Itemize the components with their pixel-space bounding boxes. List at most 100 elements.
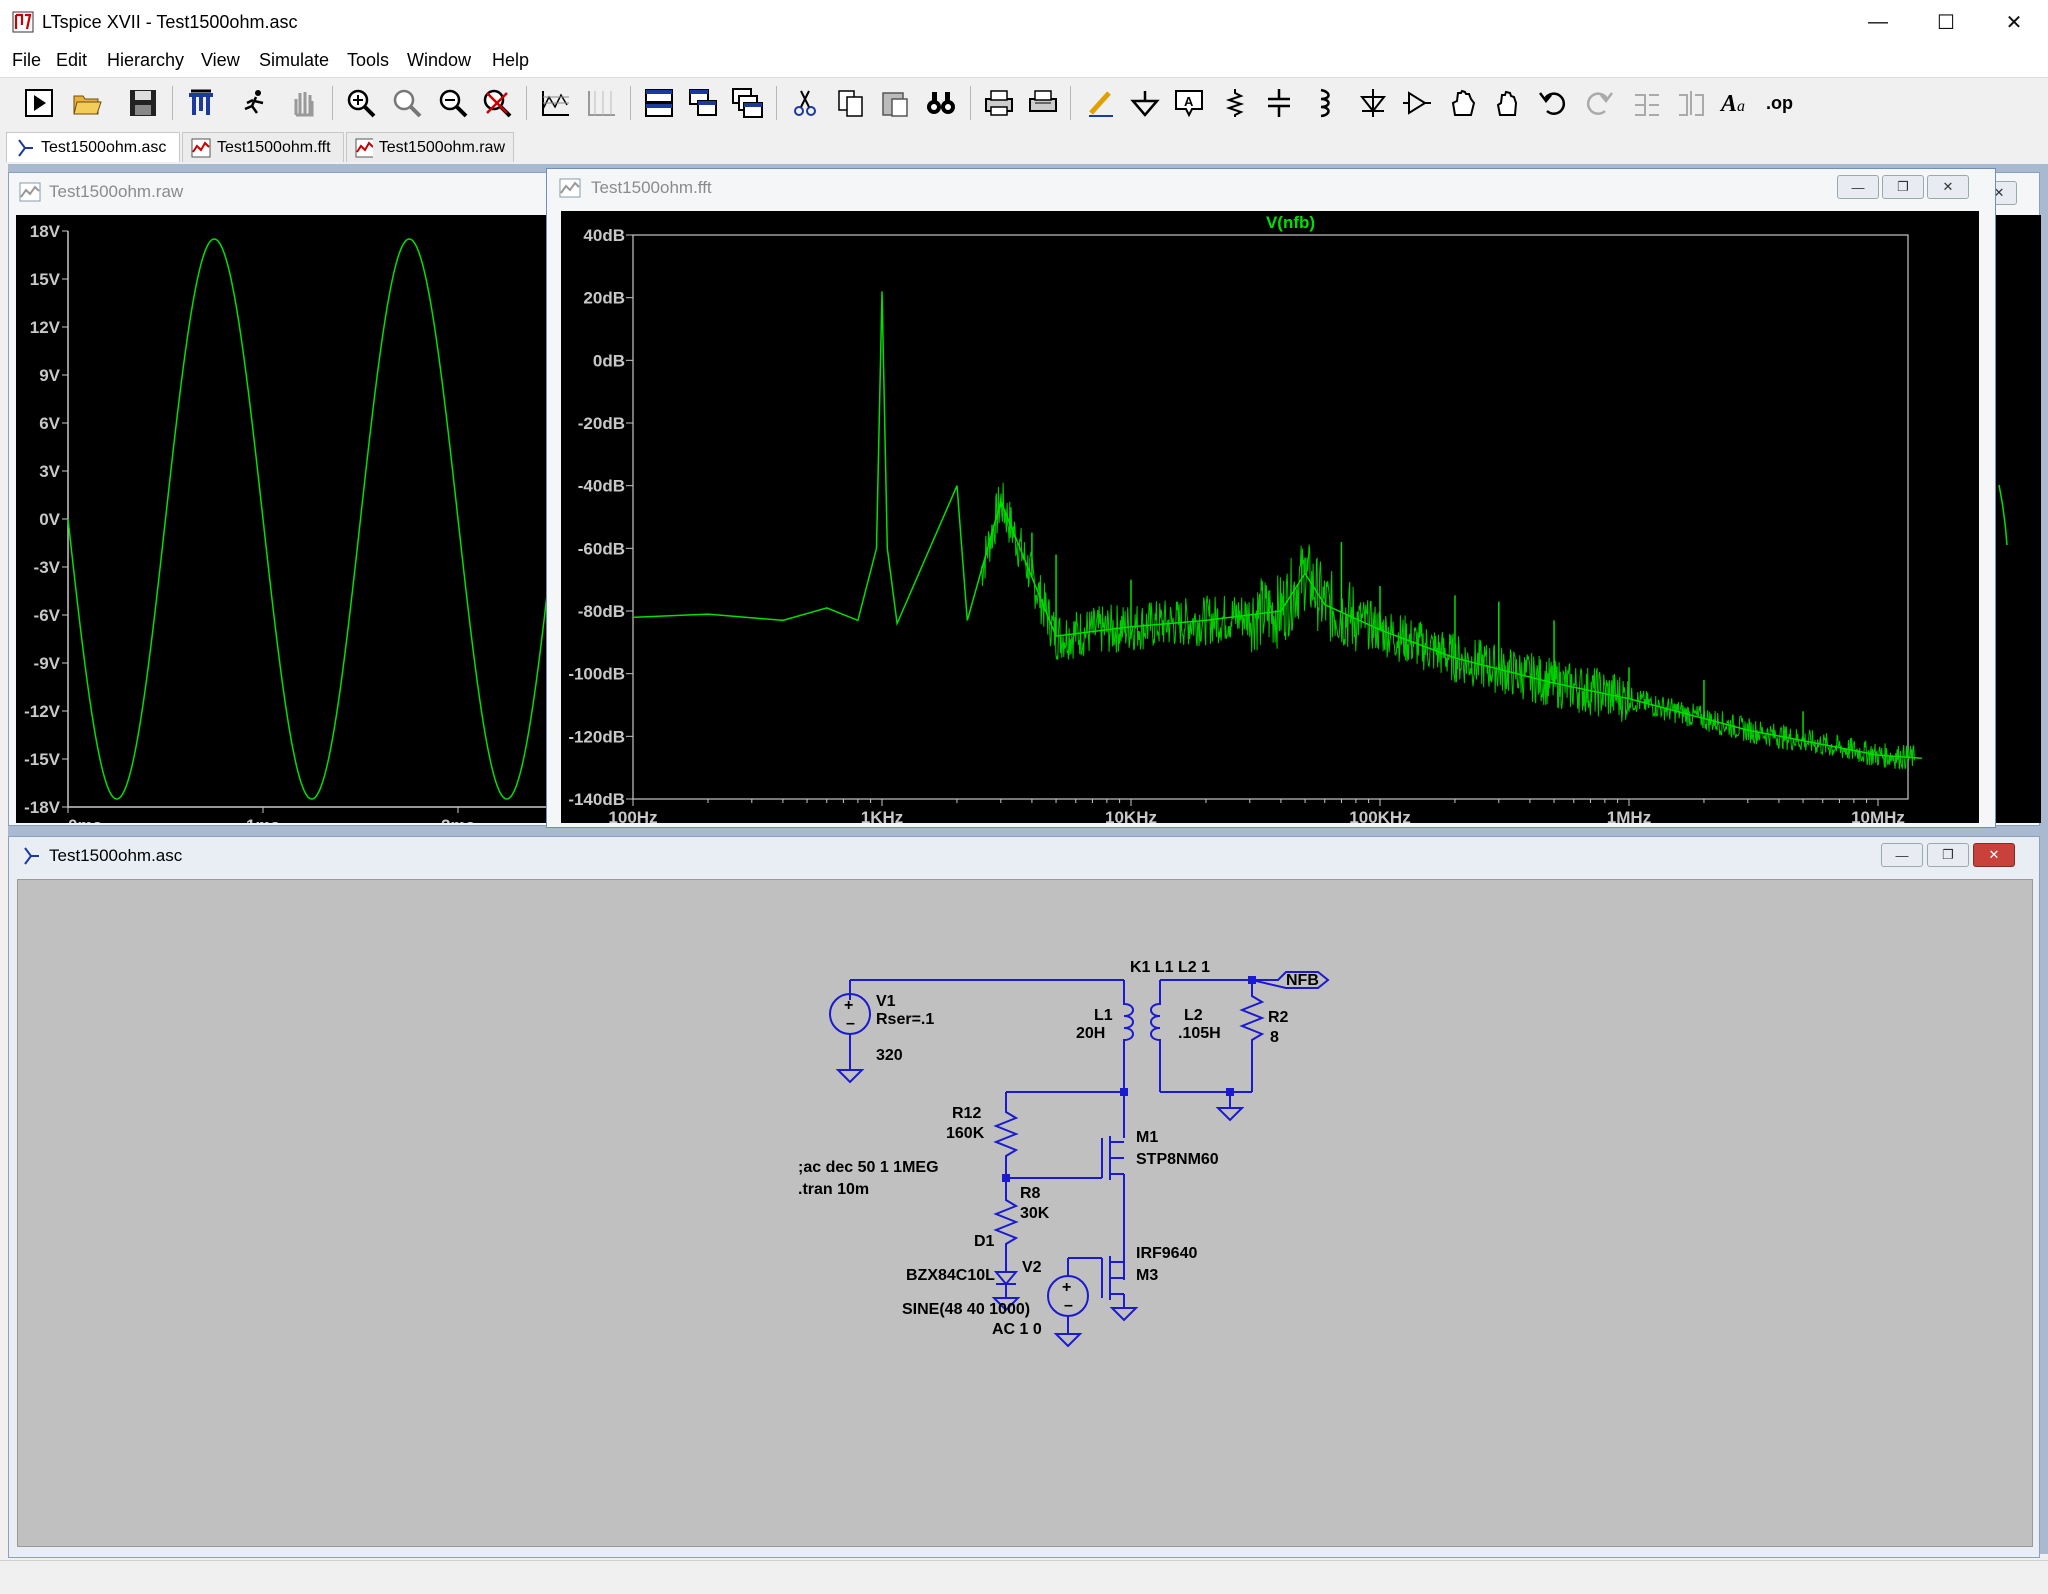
schematic-drawing: + – + – K1 L1 L2 1 NFB V1 Rser=.1 320 L1… <box>798 959 1330 1348</box>
menu-file[interactable]: File <box>12 50 41 71</box>
run-icon[interactable] <box>20 84 58 122</box>
y-tick-label: -3V <box>34 558 61 577</box>
tab-raw[interactable]: Test1500ohm.raw <box>346 132 514 162</box>
y-tick-label: 20dB <box>583 289 625 308</box>
x-tick-label: 2ms <box>441 816 475 823</box>
undo-icon[interactable] <box>1534 84 1572 122</box>
sine-trace <box>67 238 570 800</box>
capacitor-icon[interactable] <box>1260 84 1298 122</box>
y-tick-label: 0V <box>39 510 60 529</box>
drag-icon[interactable] <box>1488 84 1526 122</box>
diode-icon[interactable] <box>1354 84 1392 122</box>
raw-plot-pane[interactable]: 18V 15V 12V 9V 6V 3V 0V -3V -6V -9V -12V -15V -18V 0m… <box>16 215 570 835</box>
minimize-icon[interactable]: — <box>1844 0 1912 45</box>
schematic-window-titlebar[interactable]: Test1500ohm.asc — ❐ ✕ <box>9 837 2039 875</box>
menu-tools[interactable]: Tools <box>347 50 389 71</box>
v1-value: 320 <box>876 1047 903 1064</box>
raw-waveform-window[interactable]: Test1500ohm.raw 18V 15V 12V 9V 6V 3V 0V -3V -6V -… <box>8 172 570 835</box>
copy-icon[interactable] <box>832 84 870 122</box>
l2-name: L2 <box>1184 1007 1203 1024</box>
ground-icon[interactable] <box>1126 84 1164 122</box>
minus-sign: – <box>1064 1297 1073 1314</box>
plot-frame <box>632 234 1909 800</box>
paste-icon[interactable] <box>876 84 914 122</box>
r12-name: R12 <box>952 1105 981 1122</box>
schematic-icon <box>24 847 39 865</box>
cascade-icon[interactable] <box>728 84 766 122</box>
tab-fft[interactable]: Test1500ohm.fft <box>182 132 344 162</box>
svg-text:.op: .op <box>1766 93 1793 113</box>
cut-icon[interactable] <box>786 84 824 122</box>
mirror-icon[interactable] <box>1672 84 1710 122</box>
close-icon[interactable]: ✕ <box>1980 0 2048 45</box>
svg-text:A: A <box>1719 91 1737 117</box>
run-sim-icon[interactable] <box>236 84 274 122</box>
schematic-window[interactable]: Test1500ohm.asc — ❐ ✕ + – + – K1 L1 L2 1… <box>8 836 2040 1558</box>
label-icon[interactable]: A <box>1170 84 1208 122</box>
menu-window[interactable]: Window <box>407 50 471 71</box>
v1-name: V1 <box>876 993 896 1010</box>
text-icon[interactable]: Aa <box>1716 84 1754 122</box>
fft-window[interactable]: Test1500ohm.fft — ❐ ✕ V(nfb) 40dB 20dB 0dB -… <box>546 168 1996 828</box>
inductor-icon[interactable] <box>1304 84 1342 122</box>
y-tick-label: -9V <box>34 654 61 673</box>
control-panel-icon[interactable] <box>182 84 220 122</box>
fft-plot-pane[interactable]: V(nfb) 40dB 20dB 0dB -20dB -40dB -60dB -80dB -10… <box>561 211 1979 827</box>
y-tick-label: -120dB <box>568 727 625 746</box>
tab-label: Test1500ohm.fft <box>217 138 331 156</box>
minimize-icon[interactable]: — <box>1881 843 1923 867</box>
fft-window-titlebar[interactable]: Test1500ohm.fft — ❐ ✕ <box>547 169 1995 207</box>
wire-icon[interactable] <box>1082 84 1120 122</box>
y-tick-label: -20dB <box>578 414 625 433</box>
tab-schematic[interactable]: Test1500ohm.asc <box>6 132 180 162</box>
spice-directive-icon[interactable]: .op <box>1762 84 1800 122</box>
close-icon[interactable]: ✕ <box>1973 843 2015 867</box>
y-tick-label: 40dB <box>583 226 625 245</box>
move-icon[interactable] <box>1444 84 1482 122</box>
menu-help[interactable]: Help <box>492 50 529 71</box>
zoom-out-icon[interactable] <box>434 84 472 122</box>
raw-window-titlebar[interactable]: Test1500ohm.raw <box>9 173 567 211</box>
close-icon[interactable]: ✕ <box>1927 175 1969 199</box>
junction-dot <box>1226 1088 1234 1096</box>
print-setup-icon[interactable] <box>1024 84 1062 122</box>
component-icon[interactable] <box>1398 84 1436 122</box>
m3-name: M3 <box>1136 1267 1158 1284</box>
zoom-full-icon[interactable] <box>478 84 516 122</box>
print-icon[interactable] <box>980 84 1018 122</box>
maximize-icon[interactable]: ☐ <box>1912 0 1980 45</box>
minimize-icon[interactable]: — <box>1837 175 1879 199</box>
document-tabs: Test1500ohm.asc Test1500ohm.fft Test1500… <box>0 130 2048 164</box>
schematic-icon <box>18 138 33 157</box>
menu-view[interactable]: View <box>201 50 240 71</box>
grid-icon[interactable] <box>582 84 620 122</box>
resistor-icon[interactable] <box>1216 84 1254 122</box>
y-tick-label: 3V <box>39 462 60 481</box>
k-directive: K1 L1 L2 1 <box>1130 959 1210 976</box>
restore-icon[interactable]: ❐ <box>1927 843 1969 867</box>
fft-noise-trace <box>980 482 1915 771</box>
l1-value: 20H <box>1076 1025 1105 1042</box>
halt-icon[interactable] <box>284 84 322 122</box>
menu-edit[interactable]: Edit <box>56 50 87 71</box>
menu-simulate[interactable]: Simulate <box>259 50 329 71</box>
redo-icon[interactable] <box>1580 84 1618 122</box>
tile-v-icon[interactable] <box>684 84 722 122</box>
restore-icon[interactable]: ❐ <box>1882 175 1924 199</box>
menu-hierarchy[interactable]: Hierarchy <box>107 50 184 71</box>
tile-h-icon[interactable] <box>640 84 678 122</box>
zoom-in-icon[interactable] <box>342 84 380 122</box>
save-icon[interactable] <box>124 84 162 122</box>
rotate-icon[interactable] <box>1628 84 1666 122</box>
fft-trace <box>632 291 1922 760</box>
autorange-icon[interactable] <box>536 84 574 122</box>
window-title: Test1500ohm.fft <box>591 178 712 197</box>
y-tick-label: -12V <box>24 702 61 721</box>
zoom-area-icon[interactable] <box>388 84 426 122</box>
m1-name: M1 <box>1136 1129 1158 1146</box>
schematic-canvas[interactable]: + – + – K1 L1 L2 1 NFB V1 Rser=.1 320 L1… <box>17 879 2033 1547</box>
open-icon[interactable] <box>68 84 106 122</box>
window-title: Test1500ohm.raw <box>49 182 184 201</box>
find-icon[interactable] <box>922 84 960 122</box>
x-tick-label: 0ms <box>68 816 102 823</box>
